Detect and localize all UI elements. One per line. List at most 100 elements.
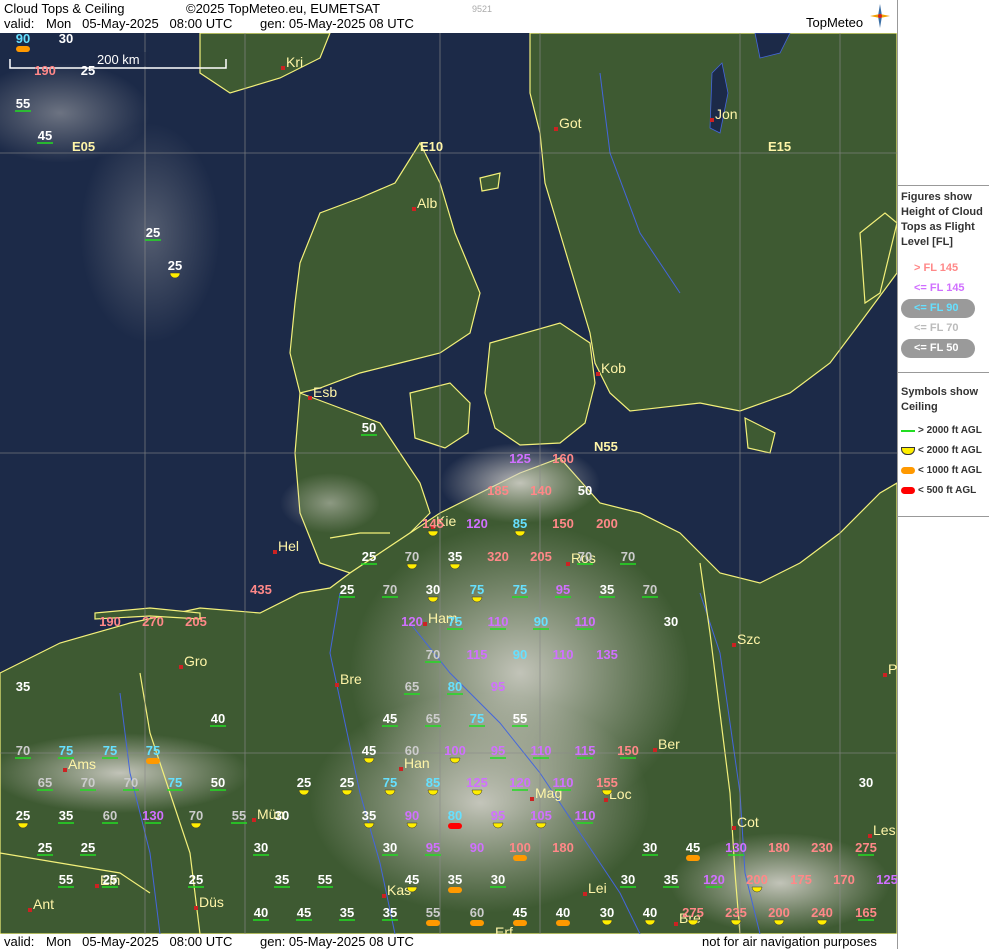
cloud-top-station[interactable]: 45 [296, 905, 312, 921]
cloud-top-station[interactable]: 25 [80, 840, 96, 856]
cloud-top-station[interactable]: 125 [509, 451, 531, 466]
cloud-top-station[interactable]: 120 [703, 872, 725, 888]
satellite-map[interactable]: E05 E10 E15 N55 200 km Kri Got Jon Alb Kob Es… [0, 33, 897, 934]
cloud-top-station[interactable]: 60 [405, 743, 419, 758]
cloud-top-station[interactable]: 55 [231, 808, 247, 824]
cloud-top-station[interactable]: 95 [425, 840, 441, 856]
cloud-top-station[interactable]: 95 [555, 582, 571, 598]
topmeteo-logo[interactable]: TopMeteo [806, 15, 863, 30]
cloud-top-station[interactable]: 60 [470, 905, 484, 926]
cloud-top-station[interactable]: 135 [596, 647, 618, 662]
cloud-top-station[interactable]: 35 [663, 872, 679, 888]
cloud-top-station[interactable]: 185 [487, 483, 509, 498]
cloud-top-station[interactable]: 90 [533, 614, 549, 630]
cloud-top-station[interactable]: 75 [167, 775, 183, 791]
cloud-top-station[interactable]: 270 [142, 614, 164, 629]
cloud-top-station[interactable]: 130 [142, 808, 164, 824]
cloud-top-station[interactable]: 75 [447, 614, 463, 630]
cloud-top-station[interactable]: 190 [34, 63, 56, 78]
cloud-top-station[interactable]: 25 [361, 549, 377, 565]
cloud-top-station[interactable]: 45 [686, 840, 700, 861]
cloud-top-station[interactable]: 30 [59, 33, 73, 46]
cloud-top-station[interactable]: 230 [811, 840, 833, 855]
cloud-top-station[interactable]: 150 [552, 516, 574, 531]
cloud-top-station[interactable]: 120 [401, 614, 423, 629]
cloud-top-station[interactable]: 90 [16, 33, 30, 52]
cloud-top-station[interactable]: 25 [339, 582, 355, 598]
cloud-top-station[interactable]: 35 [339, 905, 355, 921]
cloud-top-station[interactable]: 70 [620, 549, 636, 565]
cloud-top-station[interactable]: 30 [382, 840, 398, 856]
cloud-top-station[interactable]: 80 [448, 808, 462, 829]
cloud-top-station[interactable]: 70 [80, 775, 96, 791]
cloud-top-station[interactable]: 45 [37, 128, 53, 144]
cloud-top-station[interactable]: 320 [487, 549, 509, 564]
cloud-top-station[interactable]: 30 [275, 808, 289, 823]
cloud-top-station[interactable]: 110 [488, 614, 509, 630]
cloud-top-station[interactable]: 120 [466, 516, 488, 531]
cloud-top-station[interactable]: 35 [274, 872, 290, 888]
cloud-top-station[interactable]: 35 [599, 582, 615, 598]
cloud-top-station[interactable]: 65 [425, 711, 441, 727]
cloud-top-station[interactable]: 180 [552, 840, 574, 855]
cloud-top-station[interactable]: 70 [425, 647, 441, 663]
cloud-top-station[interactable]: 165 [855, 905, 877, 921]
cloud-top-station[interactable]: 70 [642, 582, 658, 598]
cloud-top-station[interactable]: 35 [382, 905, 398, 921]
cloud-top-station[interactable]: 50 [578, 483, 592, 498]
cloud-top-station[interactable]: 110 [575, 808, 596, 824]
cloud-top-station[interactable]: 180 [768, 840, 790, 855]
cloud-top-station[interactable]: 30 [664, 614, 678, 629]
cloud-top-station[interactable]: 75 [58, 743, 74, 759]
cloud-top-station[interactable]: 25 [102, 872, 118, 888]
cloud-top-station[interactable]: 35 [448, 872, 462, 893]
cloud-top-station[interactable]: 140 [530, 483, 552, 498]
cloud-top-station[interactable]: 190 [99, 614, 121, 629]
cloud-top-station[interactable]: 80 [447, 679, 463, 695]
cloud-top-station[interactable]: 45 [513, 905, 527, 926]
cloud-top-station[interactable]: 205 [530, 549, 552, 564]
cloud-top-station[interactable]: 90 [513, 647, 527, 662]
cloud-top-station[interactable]: 75 [469, 711, 485, 727]
cloud-top-station[interactable]: 110 [531, 743, 552, 759]
cloud-top-station[interactable]: 55 [317, 872, 333, 888]
cloud-top-station[interactable]: 50 [210, 775, 226, 791]
cloud-top-station[interactable]: 40 [253, 905, 269, 921]
cloud-top-station[interactable]: 30 [642, 840, 658, 856]
cloud-top-station[interactable]: 55 [512, 711, 528, 727]
cloud-top-station[interactable]: 70 [382, 582, 398, 598]
cloud-top-station[interactable]: 55 [15, 96, 31, 112]
cloud-top-station[interactable]: 35 [58, 808, 74, 824]
cloud-top-station[interactable]: 55 [58, 872, 74, 888]
cloud-top-station[interactable]: 90 [470, 840, 484, 855]
cloud-top-station[interactable]: 30 [620, 872, 636, 888]
cloud-top-station[interactable]: 170 [833, 872, 855, 887]
cloud-top-station[interactable]: 45 [382, 711, 398, 727]
cloud-top-station[interactable]: 70 [15, 743, 31, 759]
cloud-top-station[interactable]: 25 [81, 63, 95, 78]
cloud-top-station[interactable]: 75 [102, 743, 118, 759]
cloud-top-station[interactable]: 55 [426, 905, 440, 926]
cloud-top-station[interactable]: 275 [855, 840, 877, 856]
cloud-top-station[interactable]: 115 [575, 743, 596, 759]
cloud-top-station[interactable]: 110 [553, 775, 574, 791]
cloud-top-station[interactable]: 30 [859, 775, 873, 790]
cloud-top-station[interactable]: 175 [790, 872, 812, 887]
cloud-top-station[interactable]: 70 [123, 775, 139, 791]
cloud-top-station[interactable]: 110 [553, 647, 574, 662]
cloud-top-station[interactable]: 30 [253, 840, 269, 856]
cloud-top-station[interactable]: 115 [467, 647, 488, 662]
cloud-top-station[interactable]: 50 [361, 420, 377, 436]
cloud-top-station[interactable]: 40 [210, 711, 226, 727]
cloud-top-station[interactable]: 25 [37, 840, 53, 856]
cloud-top-station[interactable]: 130 [725, 840, 747, 856]
cloud-top-station[interactable]: 60 [102, 808, 118, 824]
cloud-top-station[interactable]: 65 [37, 775, 53, 791]
cloud-top-station[interactable]: 25 [145, 225, 161, 241]
cloud-top-station[interactable]: 30 [490, 872, 506, 888]
cloud-top-station[interactable]: 70 [577, 549, 593, 565]
cloud-top-station[interactable]: 65 [404, 679, 420, 695]
cloud-top-station[interactable]: 120 [509, 775, 531, 791]
cloud-top-station[interactable]: 95 [490, 743, 506, 759]
cloud-top-station[interactable]: 95 [491, 679, 505, 694]
